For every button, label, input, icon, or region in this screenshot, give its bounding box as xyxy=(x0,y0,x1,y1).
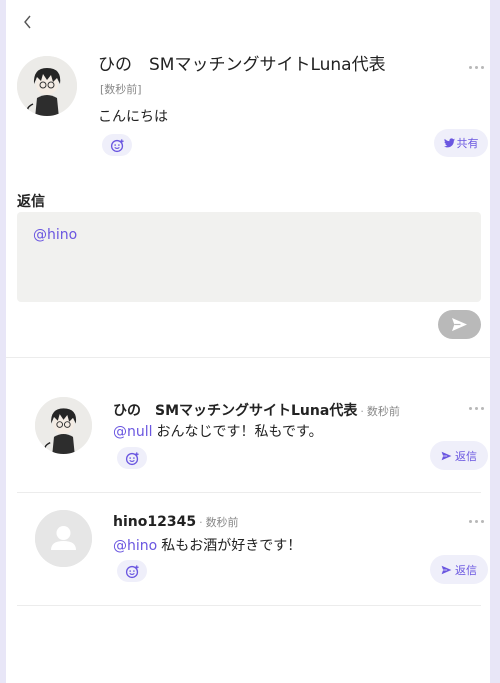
back-icon xyxy=(24,15,31,29)
send-button[interactable] xyxy=(438,310,481,339)
back-button[interactable] xyxy=(18,12,38,32)
comment-text: おんなじです！私もです。 xyxy=(156,424,323,440)
comment-reply-button[interactable]: 返信 xyxy=(430,441,488,470)
comment-header: ひの SMマッチングサイトLuna代表 · 数秒前 xyxy=(113,403,400,419)
emoji-add-icon xyxy=(125,564,139,578)
section-divider xyxy=(6,357,490,358)
comment-body: @null おんなじです！私もです。 xyxy=(113,421,323,441)
comment-body: @hino 私もお酒が好きです！ xyxy=(113,535,301,555)
send-icon xyxy=(452,317,467,332)
emoji-add-icon xyxy=(125,451,139,465)
comment-reply-button[interactable]: 返信 xyxy=(430,555,488,584)
emoji-add-icon xyxy=(110,138,124,152)
comment-mention[interactable]: @null xyxy=(113,424,153,440)
reply-heading: 返信 xyxy=(17,194,45,210)
post-time: [数秒前] xyxy=(100,83,142,96)
comment-mention[interactable]: @hino xyxy=(113,538,157,554)
comment-avatar[interactable] xyxy=(35,510,92,567)
post-reaction-button[interactable] xyxy=(102,134,132,156)
comment-author-name[interactable]: ひの SMマッチングサイトLuna代表 xyxy=(113,403,357,419)
comment-author-name[interactable]: hino12345 xyxy=(113,514,196,530)
share-twitter-button[interactable]: 共有 xyxy=(434,129,488,157)
comment-reaction-button[interactable] xyxy=(117,560,147,582)
post-author-avatar[interactable] xyxy=(17,56,77,116)
comment-divider xyxy=(17,492,481,493)
reply-input[interactable]: @hino xyxy=(17,212,481,302)
comment-more-button[interactable] xyxy=(469,520,484,523)
comment-reply-label: 返信 xyxy=(455,449,477,463)
more-icon xyxy=(469,407,472,410)
character-avatar-image xyxy=(17,56,77,116)
user-placeholder-icon xyxy=(35,510,92,567)
comment-header: hino12345 · 数秒前 xyxy=(113,514,239,530)
share-label: 共有 xyxy=(456,137,479,150)
post-body: こんにちは xyxy=(98,109,168,125)
twitter-icon xyxy=(443,138,455,148)
comment-reply-label: 返信 xyxy=(455,563,477,577)
character-avatar-image xyxy=(35,397,92,454)
more-icon xyxy=(469,66,472,69)
post-header: ひの SMマッチングサイトLuna代表 [数秒前] xyxy=(98,54,388,101)
comment-divider xyxy=(17,605,481,606)
comment-more-button[interactable] xyxy=(469,407,484,410)
more-icon xyxy=(469,520,472,523)
comment-avatar[interactable] xyxy=(35,397,92,454)
post-author-name[interactable]: ひの SMマッチングサイトLuna代表 xyxy=(98,55,386,75)
send-icon xyxy=(441,451,452,460)
comment-time: 数秒前 xyxy=(366,405,400,418)
post-detail-panel: ひの SMマッチングサイトLuna代表 [数秒前] こんにちは 共有 返信 @hi… xyxy=(6,0,490,683)
comment-time: 数秒前 xyxy=(205,516,239,529)
send-icon xyxy=(441,565,452,574)
comment-text: 私もお酒が好きです！ xyxy=(161,538,302,554)
comment-reaction-button[interactable] xyxy=(117,447,147,469)
post-more-button[interactable] xyxy=(469,66,484,69)
